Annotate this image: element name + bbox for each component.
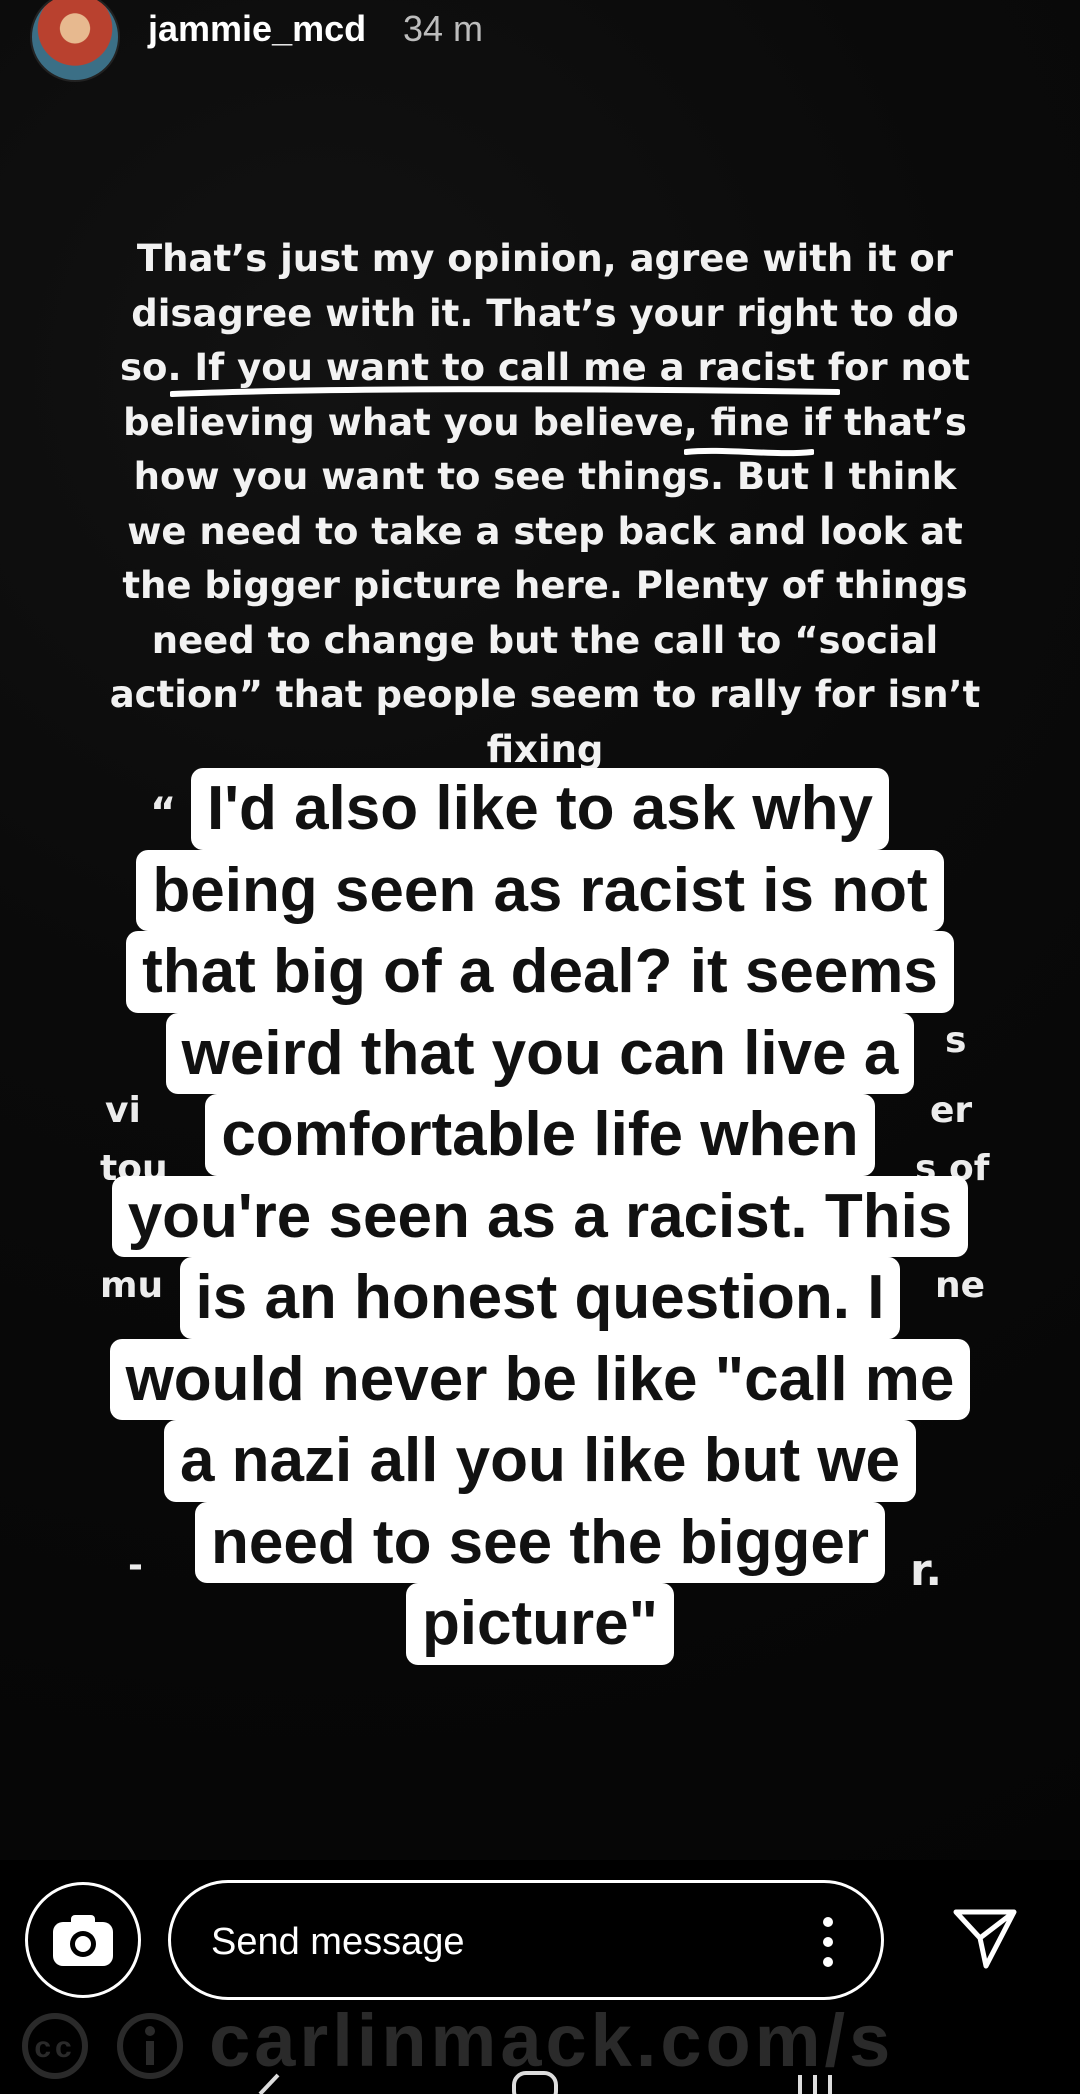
- overlay-text-sticker: I'd also like to ask why being seen as r…: [80, 768, 1000, 1665]
- camera-button[interactable]: [25, 1882, 141, 1998]
- overlay-line: being seen as racist is not: [136, 849, 944, 931]
- overlay-line: would never be like "call me: [109, 1338, 971, 1420]
- username[interactable]: jammie_mcd: [148, 8, 366, 50]
- message-placeholder: Send message: [211, 1921, 465, 1963]
- recents-icon: [798, 2075, 832, 2094]
- overlay-line: is an honest question. I: [179, 1257, 901, 1339]
- overlay-line: that big of a deal? it seems: [126, 931, 954, 1013]
- overlay-line: need to see the bigger: [194, 1501, 886, 1583]
- overlay-line: I'd also like to ask why: [191, 768, 889, 850]
- overlay-line: a nazi all you like but we: [163, 1420, 917, 1502]
- hand-drawn-underline: [170, 386, 840, 397]
- overlay-line: you're seen as a racist. This: [111, 1175, 969, 1257]
- story-header: jammie_mcd 34 m: [0, 0, 1080, 82]
- overlay-line: picture": [405, 1583, 675, 1665]
- send-icon[interactable]: [950, 1902, 1020, 1972]
- hand-drawn-underline: [684, 447, 814, 457]
- post-timestamp: 34 m: [403, 8, 484, 49]
- story-paragraph: That’s just my opinion, agree with it or…: [109, 237, 981, 771]
- back-icon: [258, 2073, 280, 2094]
- home-icon: [512, 2071, 558, 2094]
- overlay-line: weird that you can live a: [165, 1012, 915, 1094]
- system-nav-bar: [258, 2071, 832, 2094]
- more-vertical-icon[interactable]: [823, 1917, 835, 1967]
- overlay-line: comfortable life when: [205, 1094, 875, 1176]
- avatar[interactable]: [30, 0, 120, 82]
- svg-text:cc: cc: [34, 2031, 75, 2064]
- reply-bar: Send message cc carlinmack.com/s: [0, 1860, 1080, 2094]
- send-message-input[interactable]: Send message: [168, 1880, 884, 2000]
- camera-icon: [53, 1915, 113, 1966]
